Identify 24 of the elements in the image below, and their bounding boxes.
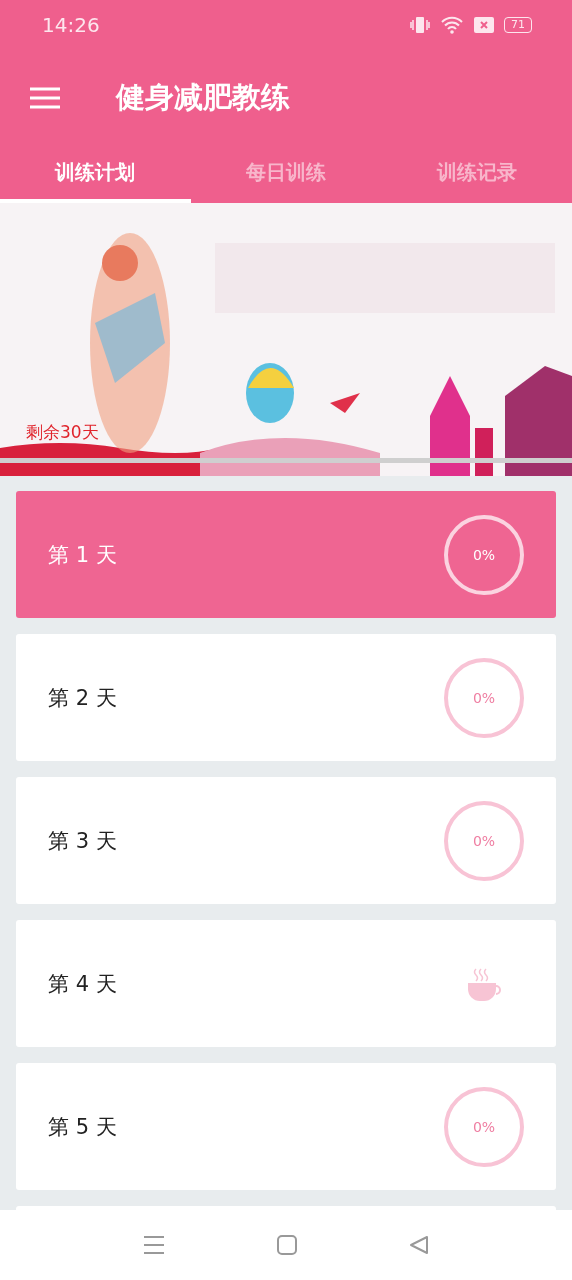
day-card[interactable]: 第 3 天 0% xyxy=(16,777,556,904)
back-icon[interactable] xyxy=(409,1235,429,1255)
app-title: 健身减肥教练 xyxy=(116,78,290,116)
remaining-days-label: 剩余30天 xyxy=(26,421,99,444)
status-time: 14:26 xyxy=(42,13,100,37)
day-card[interactable]: 第 2 天 0% xyxy=(16,634,556,761)
home-icon[interactable] xyxy=(277,1235,297,1255)
day-label: 第 1 天 xyxy=(48,541,117,569)
battery-indicator: 71 xyxy=(504,17,532,33)
vibrate-icon xyxy=(410,16,430,34)
progress-ring: 0% xyxy=(444,1086,524,1167)
day-label: 第 4 天 xyxy=(48,970,117,998)
progress-ring: 0% xyxy=(444,657,524,738)
progress-ring: 0% xyxy=(444,800,524,881)
day-label: 第 5 天 xyxy=(48,1113,117,1141)
progress-ring: 0% xyxy=(444,514,524,595)
menu-icon[interactable] xyxy=(143,1235,165,1255)
day-label: 第 2 天 xyxy=(48,684,117,712)
day-card[interactable]: 第 5 天 0% xyxy=(16,1063,556,1190)
coffee-cup-icon xyxy=(466,966,502,1001)
day-card[interactable]: 第 4 天 xyxy=(16,920,556,1047)
day-label: 第 3 天 xyxy=(48,827,117,855)
wifi-icon xyxy=(440,16,464,34)
sim-icon xyxy=(474,17,494,33)
